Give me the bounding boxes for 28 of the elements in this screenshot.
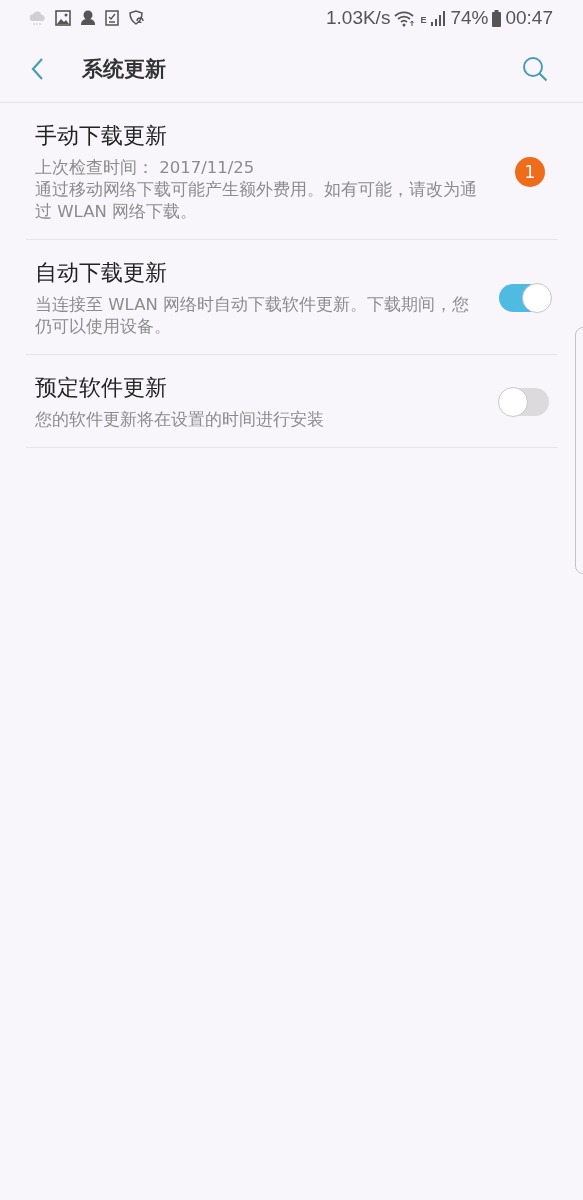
shield-wifi-icon	[128, 10, 145, 26]
network-speed: 1.03K/s	[325, 7, 391, 29]
battery-icon	[492, 9, 502, 27]
figure-icon	[80, 10, 96, 26]
wifi-icon	[394, 9, 417, 27]
back-icon	[30, 57, 44, 81]
page-title: 系统更新	[82, 56, 167, 83]
update-count-badge: 1	[515, 157, 545, 187]
setting-title: 手动下载更新	[35, 122, 168, 150]
setting-description: 通过移动网络下载可能产生额外费用。如有可能，请改为通过 WLAN 网络下载。	[35, 179, 478, 223]
clipboard-check-icon	[105, 10, 119, 26]
battery-percent: 74%	[450, 7, 489, 29]
setting-row[interactable]: 自动下载更新 当连接至 WLAN 网络时自动下载软件更新。下载期间，您仍可以使用设备。	[26, 240, 557, 355]
setting-row[interactable]: 手动下载更新 上次检查时间： 2017/11/25 通过移动网络下载可能产生额外费用。如有可能，请改为通过 WLAN 网络下载。 1	[26, 103, 557, 240]
cloud-icon	[28, 10, 46, 26]
image-icon	[55, 10, 71, 26]
toggle-switch[interactable]	[499, 388, 549, 416]
setting-description: 您的软件更新将在设置的时间进行安装	[35, 409, 325, 431]
signal-icon	[430, 10, 447, 26]
setting-title: 自动下载更新	[35, 259, 168, 287]
setting-row[interactable]: 预定软件更新 您的软件更新将在设置的时间进行安装	[26, 355, 557, 448]
clock: 00:47	[505, 7, 553, 29]
setting-title: 预定软件更新	[35, 374, 168, 402]
search-icon	[521, 55, 549, 83]
network-type: E	[420, 15, 427, 25]
toggle-switch[interactable]	[499, 284, 549, 312]
setting-description: 当连接至 WLAN 网络时自动下载软件更新。下载期间，您仍可以使用设备。	[35, 294, 470, 338]
last-check-text: 上次检查时间： 2017/11/25	[35, 157, 256, 179]
